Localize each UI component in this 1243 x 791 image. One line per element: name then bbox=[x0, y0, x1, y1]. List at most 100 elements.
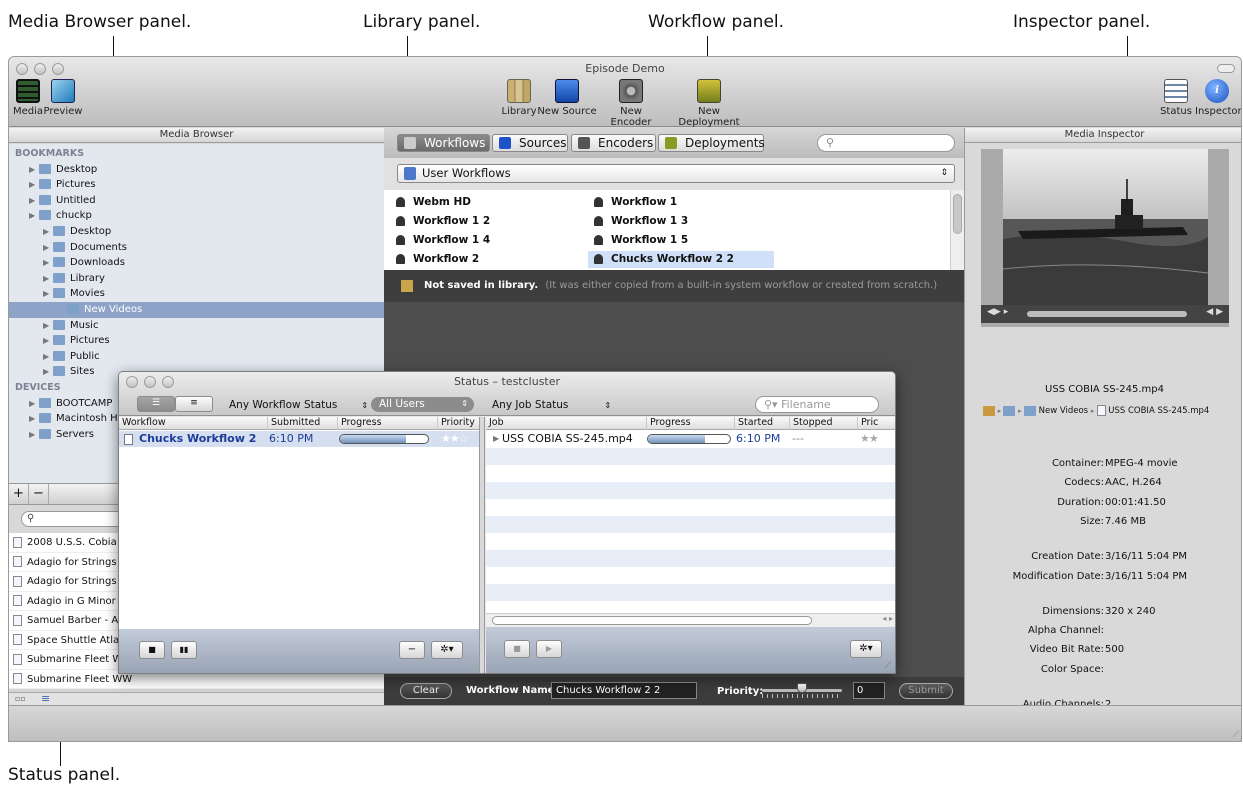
grid-view-icon[interactable]: ▫▫ bbox=[15, 694, 26, 703]
new-source-toolbar-button[interactable]: New Source bbox=[537, 79, 597, 117]
col-progress[interactable]: Progress bbox=[337, 417, 437, 430]
tree-item[interactable]: ▶ Pictures bbox=[9, 177, 385, 193]
disclosure-triangle-icon[interactable]: ▶ bbox=[29, 193, 39, 209]
library-toolbar-button[interactable]: Library bbox=[499, 79, 539, 117]
preview-scrubber[interactable] bbox=[1027, 311, 1187, 317]
disclosure-triangle-icon[interactable]: ▶ bbox=[43, 271, 53, 287]
workflow-list-scroll-thumb[interactable] bbox=[953, 194, 962, 234]
tree-item[interactable]: ▶ chuckp bbox=[9, 208, 385, 224]
disclosure-triangle-icon[interactable]: ▶ bbox=[43, 286, 53, 302]
workflow-row[interactable]: Chucks Workflow 2 6:10 PM ★★☆ bbox=[119, 431, 479, 447]
workflow-name-input[interactable]: Chucks Workflow 2 2 bbox=[551, 682, 697, 699]
workflow-list-item[interactable]: Workflow 1 5 bbox=[594, 234, 688, 246]
pause-workflow-button[interactable]: ▮▮ bbox=[171, 641, 197, 659]
step-icon[interactable]: ◀ ▶ bbox=[1206, 307, 1223, 317]
tree-item[interactable]: ▶ Music bbox=[9, 318, 385, 334]
job-row[interactable]: ▶ USS COBIA SS-245.mp4 6:10 PM --- ★★ bbox=[486, 431, 895, 447]
tree-item[interactable]: ▶ Library bbox=[9, 271, 385, 287]
tree-item[interactable]: ▶ Desktop bbox=[9, 224, 385, 240]
path-folder-label[interactable]: New Videos bbox=[1039, 406, 1089, 416]
col-priority[interactable]: Priority bbox=[437, 417, 479, 430]
inspector-toolbar-button[interactable]: i Inspector bbox=[1195, 79, 1241, 117]
tree-item[interactable]: ▶ Documents bbox=[9, 240, 385, 256]
path-file-label[interactable]: USS COBIA SS-245.mp4 bbox=[1108, 406, 1209, 416]
tree-item[interactable]: ▶ Pictures bbox=[9, 333, 385, 349]
status-search-field[interactable]: ⚲▾ Filename bbox=[755, 396, 879, 413]
job-actions-menu[interactable]: ✲▾ bbox=[850, 640, 882, 658]
workflow-actions-menu[interactable]: ✲▾ bbox=[431, 641, 463, 659]
disclosure-triangle-icon[interactable]: ▶ bbox=[29, 411, 39, 427]
remove-workflow-button[interactable]: − bbox=[399, 641, 425, 659]
toolbar-toggle-button[interactable] bbox=[1217, 64, 1235, 73]
workflow-list[interactable]: Webm HD Workflow 1 Workflow 1 2 Workflow 1 … bbox=[384, 190, 964, 270]
rewind-icon[interactable]: ◀▶ ▸ bbox=[987, 307, 1008, 317]
workflow-list-item[interactable]: Workflow 1 4 bbox=[396, 234, 490, 246]
library-folder-select[interactable]: User Workflows ⇕ bbox=[397, 164, 955, 183]
new-encoder-toolbar-button[interactable]: New Encoder bbox=[599, 79, 663, 128]
tab-deployments[interactable]: Deployments bbox=[658, 134, 765, 152]
home-icon[interactable] bbox=[983, 405, 995, 416]
disclosure-triangle-icon[interactable]: ▶ bbox=[43, 364, 53, 380]
col-job-priority[interactable]: Pric bbox=[857, 417, 895, 430]
disclosure-triangle-icon[interactable]: ▶ bbox=[43, 240, 53, 256]
workflow-list-item[interactable]: Chucks Workflow 2 2 bbox=[588, 251, 774, 268]
preview-toolbar-button[interactable]: Preview bbox=[43, 79, 83, 117]
disclosure-triangle-icon[interactable]: ▶ bbox=[43, 255, 53, 271]
workflow-list-item[interactable]: Webm HD bbox=[396, 196, 471, 208]
jobs-scroll-thumb[interactable] bbox=[492, 616, 812, 625]
tree-item[interactable]: ▶ Public bbox=[9, 349, 385, 365]
resize-grip-icon[interactable]: ⟋ bbox=[1233, 730, 1239, 740]
workflow-list-item[interactable]: Workflow 1 bbox=[594, 196, 677, 208]
disclosure-triangle-icon[interactable]: ▶ bbox=[43, 224, 53, 240]
col-started[interactable]: Started bbox=[734, 417, 789, 430]
batch-view-button[interactable]: ☰ bbox=[137, 396, 175, 412]
disclosure-triangle-icon[interactable]: ▶ bbox=[29, 396, 39, 412]
job-status-filter[interactable]: Any Job Status ⇕ bbox=[492, 399, 611, 411]
disclosure-triangle-icon[interactable]: ▶ bbox=[29, 208, 39, 224]
stop-workflow-button[interactable]: ■ bbox=[139, 641, 165, 659]
workflow-list-item[interactable]: Workflow 2 bbox=[396, 253, 479, 265]
list-view-button[interactable]: ≡ bbox=[175, 396, 213, 412]
stop-job-button[interactable]: ■ bbox=[504, 640, 530, 658]
disclosure-triangle-icon[interactable]: ▶ bbox=[43, 318, 53, 334]
priority-slider-knob[interactable] bbox=[797, 683, 807, 693]
disclosure-triangle-icon[interactable]: ▶ bbox=[29, 177, 39, 193]
media-toolbar-button[interactable]: Media bbox=[13, 79, 43, 117]
col-job[interactable]: Job bbox=[486, 417, 646, 430]
disclosure-triangle-icon[interactable]: ▶ bbox=[493, 431, 499, 447]
tree-item[interactable]: ▶ Desktop bbox=[9, 162, 385, 178]
workflow-list-item[interactable]: Workflow 1 3 bbox=[594, 215, 688, 227]
remove-bookmark-button[interactable]: − bbox=[29, 484, 49, 504]
tab-workflows[interactable]: Workflows bbox=[397, 134, 490, 152]
col-workflow[interactable]: Workflow bbox=[119, 417, 267, 430]
col-job-progress[interactable]: Progress bbox=[646, 417, 734, 430]
tree-item[interactable]: ▶ Movies bbox=[9, 286, 385, 302]
clear-button[interactable]: Clear bbox=[400, 683, 452, 699]
tree-item[interactable]: ▶ Downloads bbox=[9, 255, 385, 271]
user-filter[interactable]: All Users ⇕ bbox=[371, 397, 474, 412]
play-job-button[interactable]: ▶ bbox=[536, 640, 562, 658]
disclosure-triangle-icon[interactable]: ▶ bbox=[29, 162, 39, 178]
new-deployment-toolbar-button[interactable]: New Deployment bbox=[669, 79, 749, 128]
pane-splitter[interactable] bbox=[479, 417, 485, 673]
priority-input[interactable]: 0 bbox=[853, 682, 885, 699]
workflow-list-item[interactable]: Workflow 1 2 bbox=[396, 215, 490, 227]
priority-slider[interactable] bbox=[762, 683, 842, 699]
workflow-status-filter[interactable]: Any Workflow Status ⇕ bbox=[229, 399, 368, 411]
library-search-field[interactable]: ⚲ bbox=[817, 134, 955, 152]
disclosure-triangle-icon[interactable]: ▶ bbox=[43, 333, 53, 349]
jobs-horizontal-scrollbar[interactable]: ◂ ▸ bbox=[486, 613, 895, 627]
status-toolbar-button[interactable]: Status bbox=[1159, 79, 1193, 117]
col-stopped[interactable]: Stopped bbox=[789, 417, 857, 430]
tree-item[interactable]: ▶ Untitled bbox=[9, 193, 385, 209]
tab-encoders[interactable]: Encoders bbox=[571, 134, 656, 152]
tab-sources[interactable]: Sources bbox=[492, 134, 568, 152]
scroll-arrows-icon[interactable]: ◂ ▸ bbox=[882, 614, 893, 623]
list-view-icon[interactable]: ≡ bbox=[41, 692, 50, 705]
disclosure-triangle-icon[interactable]: ▶ bbox=[43, 349, 53, 365]
add-bookmark-button[interactable]: + bbox=[9, 484, 29, 504]
col-submitted[interactable]: Submitted bbox=[267, 417, 337, 430]
workflow-list-scrollbar[interactable] bbox=[950, 190, 964, 270]
status-resize-grip-icon[interactable]: ⟋ bbox=[885, 661, 891, 671]
drive-folder-icon[interactable] bbox=[1003, 405, 1016, 416]
